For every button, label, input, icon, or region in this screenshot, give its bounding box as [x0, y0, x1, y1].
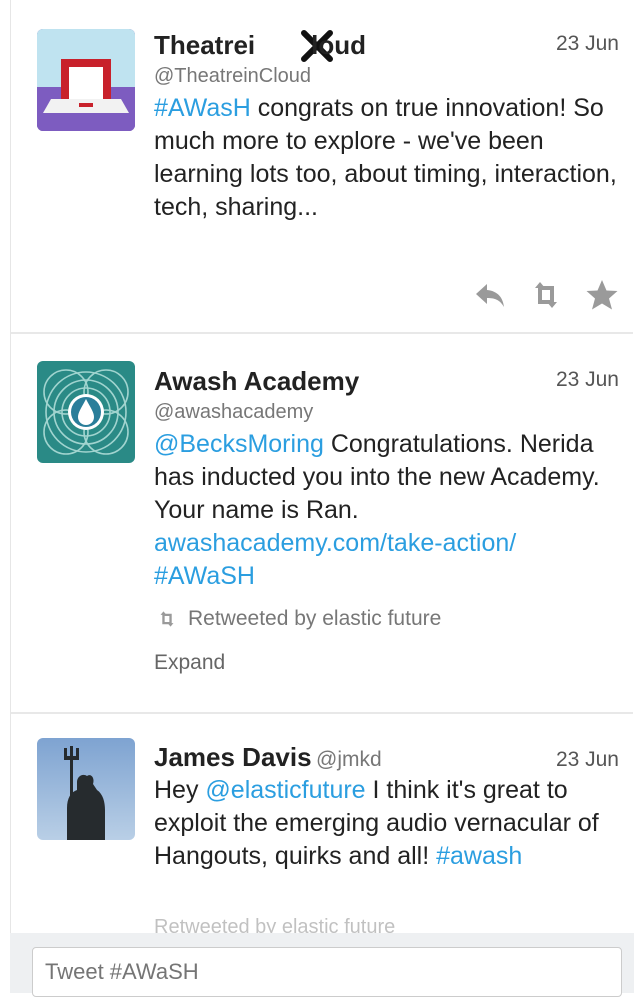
- retweet-icon[interactable]: [529, 278, 563, 312]
- tweet-date[interactable]: 23 Jun: [556, 748, 619, 772]
- reply-icon[interactable]: [473, 278, 507, 312]
- author-handle[interactable]: @awashacademy: [154, 398, 619, 426]
- hashtag-link[interactable]: #AWasH: [154, 94, 251, 122]
- awash-academy-avatar[interactable]: [37, 361, 135, 463]
- tweet-feed: Theatrei loud 23 Jun @TheatreinCloud #AWa…: [10, 0, 633, 993]
- james-davis-avatar[interactable]: [37, 738, 135, 840]
- tweet-text: Hey @elasticfuture I think it's great to…: [154, 774, 619, 873]
- tweet-body: James Davis @jmkd 23 Jun Hey @elasticfut…: [154, 740, 619, 873]
- compose-bar: [10, 933, 634, 997]
- tweet-body: Theatrei loud 23 Jun @TheatreinCloud #AWa…: [154, 28, 619, 224]
- author-name-tail[interactable]: loud: [311, 30, 366, 60]
- hashtag-link[interactable]: #AWaSH: [154, 562, 255, 590]
- tweet-compose-input[interactable]: [32, 947, 622, 997]
- hashtag-link[interactable]: #awash: [436, 842, 522, 870]
- tweet-body: Awash Academy 23 Jun @awashacademy @Beck…: [154, 364, 619, 675]
- star-icon[interactable]: [585, 278, 619, 312]
- author-name[interactable]: James Davis: [154, 742, 312, 772]
- theatre-avatar[interactable]: [37, 29, 135, 131]
- tweet-date[interactable]: 23 Jun: [556, 32, 619, 56]
- mention-link[interactable]: @elasticfuture: [205, 776, 365, 804]
- tweet-item[interactable]: Awash Academy 23 Jun @awashacademy @Beck…: [11, 334, 633, 714]
- retweeted-by-text[interactable]: Retweeted by elastic future: [188, 607, 441, 631]
- tweet-item[interactable]: Theatrei loud 23 Jun @TheatreinCloud #AWa…: [11, 0, 633, 334]
- mention-link[interactable]: @BecksMoring: [154, 430, 324, 458]
- retweet-icon: [160, 611, 174, 627]
- author-handle[interactable]: @TheatreinCloud: [154, 62, 619, 90]
- author-name[interactable]: Theatrei: [154, 30, 255, 60]
- tweet-item[interactable]: James Davis @jmkd 23 Jun Hey @elasticfut…: [11, 714, 633, 944]
- tweet-text: @BecksMoring Congratulations. Nerida has…: [154, 428, 619, 593]
- url-link[interactable]: awashacademy.com/take-action/: [154, 529, 516, 557]
- author-handle[interactable]: @jmkd: [316, 748, 382, 771]
- tweet-text-prefix: Hey: [154, 776, 206, 804]
- expand-link[interactable]: Expand: [154, 651, 619, 675]
- tweet-actions: [473, 275, 619, 315]
- author-name[interactable]: Awash Academy: [154, 366, 359, 396]
- tweet-text: #AWasH congrats on true innovation! So m…: [154, 92, 619, 224]
- retweeted-by: Retweeted by elastic future: [154, 607, 619, 631]
- tweet-date[interactable]: 23 Jun: [556, 368, 619, 392]
